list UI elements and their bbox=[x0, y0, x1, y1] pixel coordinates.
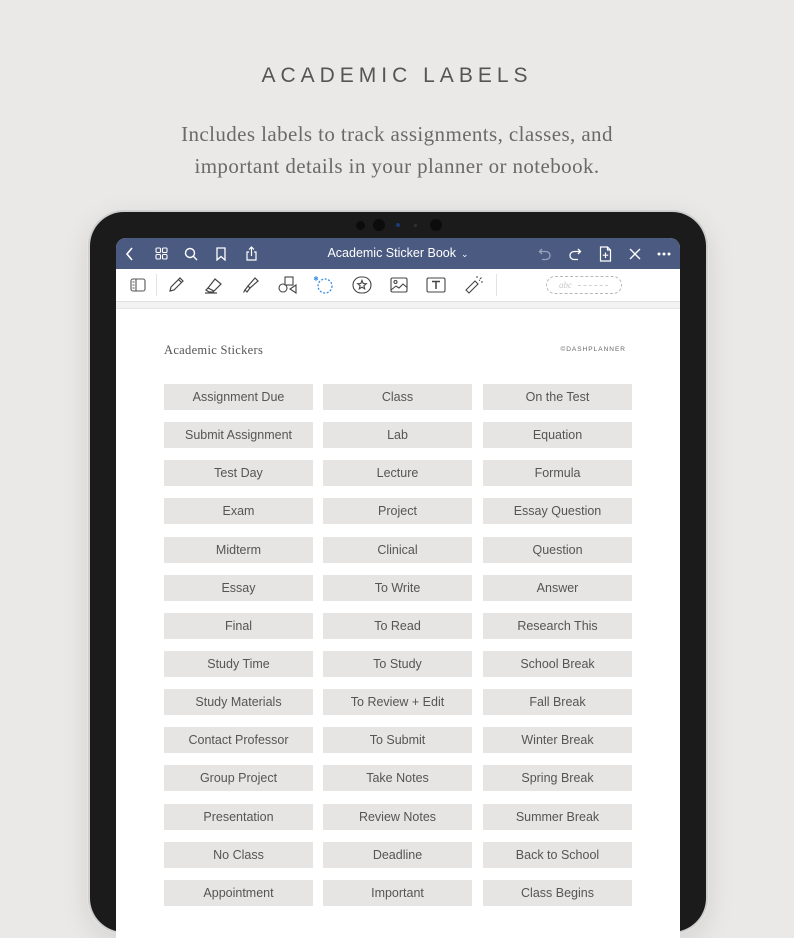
shapes-icon[interactable] bbox=[277, 275, 299, 295]
image-icon[interactable] bbox=[388, 275, 410, 295]
back-icon[interactable] bbox=[122, 238, 138, 269]
nav-bar: Academic Sticker Book ⌄ bbox=[116, 238, 680, 269]
sticker-label[interactable]: No Class bbox=[164, 842, 313, 868]
subtitle-line-1: Includes labels to track assignments, cl… bbox=[181, 122, 613, 146]
sticker-label[interactable]: Assignment Due bbox=[164, 384, 313, 410]
sticker-label[interactable]: Review Notes bbox=[323, 804, 472, 830]
sticker-label[interactable]: Fall Break bbox=[483, 689, 632, 715]
sticker-label[interactable]: Class bbox=[323, 384, 472, 410]
text-icon[interactable] bbox=[425, 275, 447, 295]
sticker-label[interactable]: Final bbox=[164, 613, 313, 639]
page-gap bbox=[116, 302, 680, 309]
sticker-label[interactable]: Submit Assignment bbox=[164, 422, 313, 448]
sticker-label[interactable]: Question bbox=[483, 537, 632, 563]
sticker-label[interactable]: Class Begins bbox=[483, 880, 632, 906]
undo-icon[interactable] bbox=[536, 238, 554, 269]
sticker-label[interactable]: Essay bbox=[164, 575, 313, 601]
sensor-dot bbox=[356, 221, 365, 230]
sticker-label[interactable]: On the Test bbox=[483, 384, 632, 410]
sticker-label[interactable]: Equation bbox=[483, 422, 632, 448]
sticker-label[interactable]: Take Notes bbox=[323, 765, 472, 791]
sticker-label[interactable]: Midterm bbox=[164, 537, 313, 563]
highlighter-icon[interactable] bbox=[240, 275, 262, 295]
camera-lens bbox=[373, 219, 385, 231]
sticker-label[interactable]: Contact Professor bbox=[164, 727, 313, 753]
eraser-icon[interactable] bbox=[202, 275, 224, 295]
subtitle-line-2: important details in your planner or not… bbox=[194, 154, 600, 178]
sticker-label[interactable]: To Review + Edit bbox=[323, 689, 472, 715]
page-heading: ACADEMIC LABELS bbox=[261, 64, 533, 87]
sticker-label[interactable]: Answer bbox=[483, 575, 632, 601]
sticker-label[interactable]: Lab bbox=[323, 422, 472, 448]
bookmark-icon[interactable] bbox=[212, 238, 230, 269]
sidebar-icon[interactable] bbox=[127, 275, 149, 295]
sticker-label[interactable]: School Break bbox=[483, 651, 632, 677]
brand-label: ©DASHPLANNER bbox=[560, 346, 626, 353]
handwriting-placeholder: abc bbox=[559, 280, 572, 290]
camera-lens bbox=[430, 219, 442, 231]
sticker-label[interactable]: Essay Question bbox=[483, 498, 632, 524]
device-side-button bbox=[706, 297, 708, 301]
sticker-label[interactable]: Presentation bbox=[164, 804, 313, 830]
tool-bar: abc bbox=[116, 269, 680, 302]
sticker-label[interactable]: To Study bbox=[323, 651, 472, 677]
sticker-label[interactable]: Deadline bbox=[323, 842, 472, 868]
device-side-button bbox=[706, 270, 708, 274]
sticker-label[interactable]: Study Time bbox=[164, 651, 313, 677]
sticker-label[interactable]: Important bbox=[323, 880, 472, 906]
sensor-dot bbox=[396, 223, 400, 227]
handwriting-input[interactable]: abc bbox=[546, 276, 622, 294]
sticker-icon[interactable] bbox=[351, 275, 373, 295]
sticker-label[interactable]: Spring Break bbox=[483, 765, 632, 791]
sensor-dot bbox=[414, 224, 417, 227]
laser-pointer-icon[interactable] bbox=[463, 275, 485, 295]
lasso-icon[interactable] bbox=[313, 275, 335, 295]
sticker-label[interactable]: Exam bbox=[164, 498, 313, 524]
sticker-label[interactable]: To Submit bbox=[323, 727, 472, 753]
sticker-label[interactable]: Study Materials bbox=[164, 689, 313, 715]
sticker-label[interactable]: Appointment bbox=[164, 880, 313, 906]
sticker-label[interactable]: To Read bbox=[323, 613, 472, 639]
redo-icon[interactable] bbox=[566, 238, 584, 269]
grid-icon[interactable] bbox=[152, 238, 170, 269]
sticker-label[interactable]: Clinical bbox=[323, 537, 472, 563]
close-icon[interactable] bbox=[626, 238, 644, 269]
sticker-label[interactable]: Project bbox=[323, 498, 472, 524]
page-subtitle: Includes labels to track assignments, cl… bbox=[0, 118, 794, 182]
share-icon[interactable] bbox=[242, 238, 260, 269]
pen-icon[interactable] bbox=[165, 275, 187, 295]
app-screen: Academic Sticker Book ⌄ abc Academic Sti… bbox=[116, 238, 680, 938]
sticker-label[interactable]: Test Day bbox=[164, 460, 313, 486]
toolbar-divider bbox=[156, 274, 157, 296]
sticker-label[interactable]: Summer Break bbox=[483, 804, 632, 830]
sticker-label[interactable]: Winter Break bbox=[483, 727, 632, 753]
handwriting-line bbox=[578, 284, 608, 286]
add-page-icon[interactable] bbox=[596, 238, 614, 269]
camera-array bbox=[348, 218, 448, 232]
sticker-label[interactable]: To Write bbox=[323, 575, 472, 601]
toolbar-divider bbox=[496, 274, 497, 296]
more-icon[interactable] bbox=[654, 238, 674, 269]
search-icon[interactable] bbox=[182, 238, 200, 269]
sticker-label[interactable]: Back to School bbox=[483, 842, 632, 868]
tablet-device: Academic Sticker Book ⌄ abc Academic Sti… bbox=[90, 212, 706, 938]
sticker-label[interactable]: Research This bbox=[483, 613, 632, 639]
sticker-page-title: Academic Stickers bbox=[164, 343, 264, 357]
sticker-label[interactable]: Group Project bbox=[164, 765, 313, 791]
sticker-label[interactable]: Formula bbox=[483, 460, 632, 486]
chevron-down-icon: ⌄ bbox=[460, 249, 469, 259]
sticker-label[interactable]: Lecture bbox=[323, 460, 472, 486]
